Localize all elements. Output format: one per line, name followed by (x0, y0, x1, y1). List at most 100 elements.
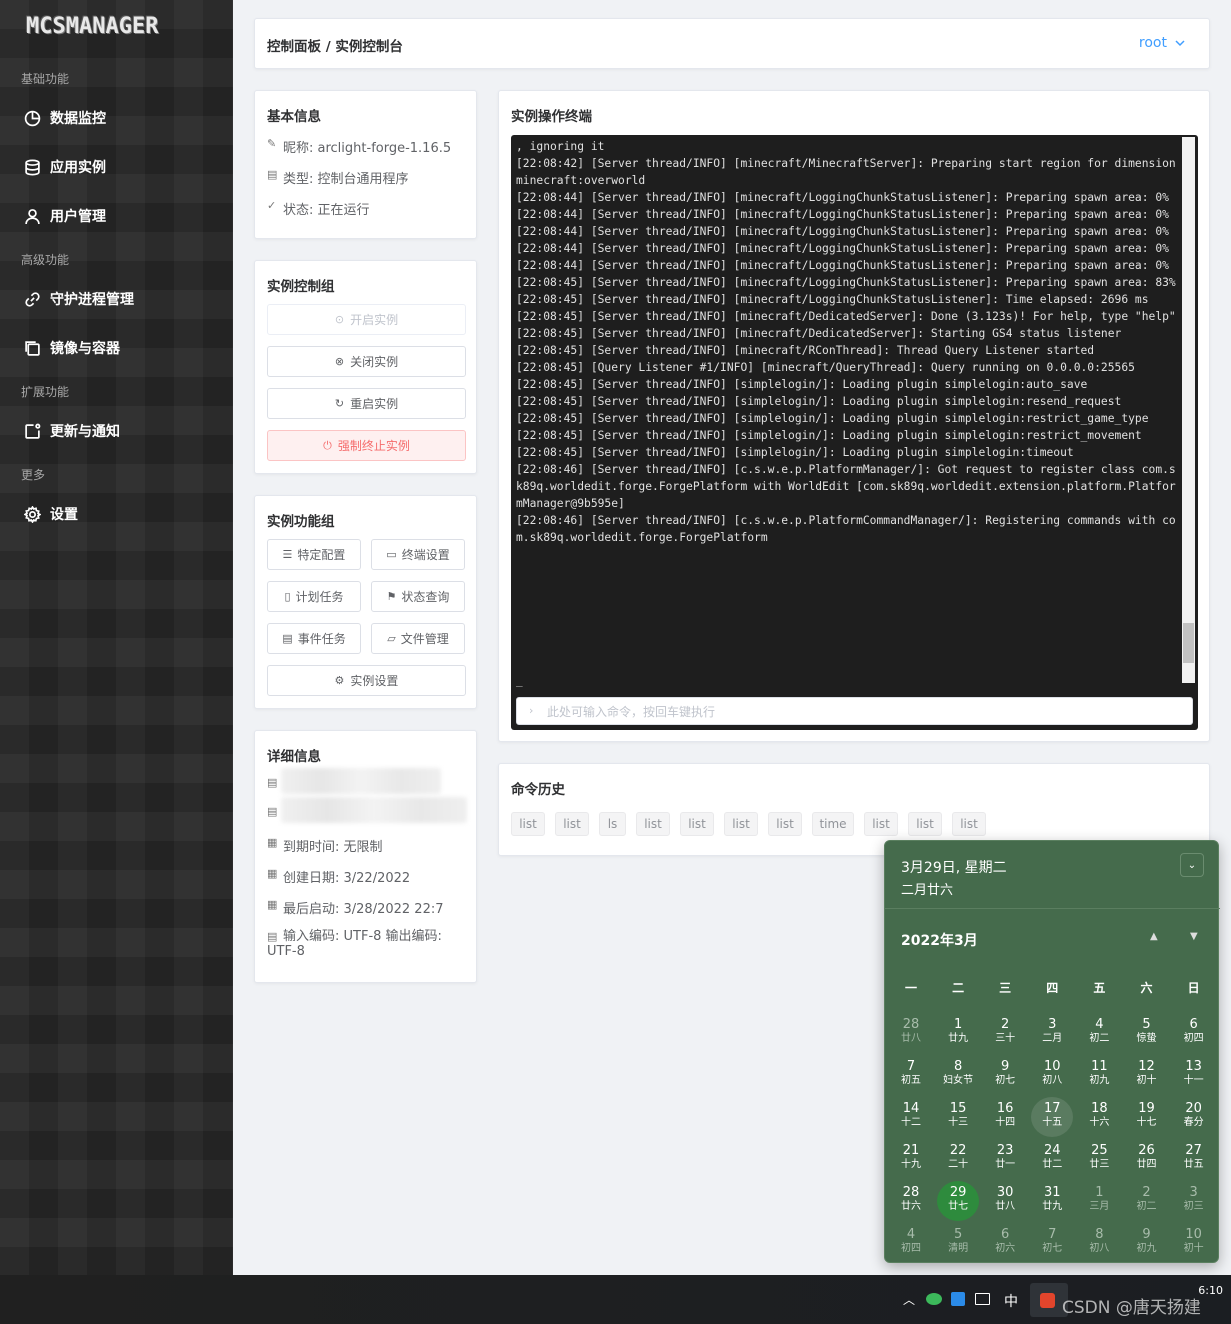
terminal-scrollbar[interactable] (1182, 137, 1195, 683)
calendar-day[interactable]: 22 二十 (937, 1139, 979, 1179)
calendar-day[interactable]: 11 初九 (1078, 1055, 1120, 1095)
calendar-day[interactable]: 28 廿八 (890, 1013, 932, 1053)
prev-month-button[interactable]: ▲ (1150, 931, 1158, 942)
ime-indicator[interactable]: 中 (1004, 1291, 1018, 1311)
calendar-day[interactable]: 30 廿八 (984, 1181, 1026, 1221)
folder-icon: ▱ (387, 632, 396, 645)
calendar-day[interactable]: 9 初九 (1126, 1223, 1168, 1263)
terminal-output[interactable]: , ignoring it [22:08:42] [Server thread/I… (511, 135, 1198, 730)
file-icon: ▤ (267, 805, 278, 818)
sidebar-item-monitor[interactable]: 数据监控 (24, 103, 106, 133)
calendar-day[interactable]: 16 十四 (984, 1097, 1026, 1137)
user-menu[interactable]: root (1139, 35, 1185, 51)
play-icon: ⊙ (334, 313, 345, 326)
history-tag[interactable]: list (908, 812, 942, 836)
special-config-button[interactable]: ☰ 特定配置 (267, 539, 361, 570)
history-tag[interactable]: list (724, 812, 758, 836)
history-tag[interactable]: list (555, 812, 589, 836)
calendar-day[interactable]: 24 廿二 (1031, 1139, 1073, 1179)
calendar-day[interactable]: 29 廿七 (937, 1181, 980, 1221)
calendar-day[interactable]: 4 初四 (890, 1223, 932, 1263)
weekday-label: 三 (999, 981, 1012, 995)
calendar-month[interactable]: 2022年3月 (901, 930, 978, 950)
lunar-label: 初八 (1042, 1075, 1063, 1086)
status-query-button[interactable]: ⚑ 状态查询 (371, 581, 465, 612)
day-number: 24 (1044, 1143, 1061, 1158)
history-tag[interactable]: list (636, 812, 670, 836)
sidebar-item-instances[interactable]: 应用实例 (24, 152, 106, 182)
calendar-day[interactable]: 17 十五 (1031, 1097, 1074, 1137)
restart-instance-button[interactable]: ↻ 重启实例 (267, 388, 466, 419)
calendar-day[interactable]: 5 清明 (937, 1223, 979, 1263)
sidebar-item-label: 用户管理 (50, 209, 106, 225)
sidebar-group-extension: 扩展功能 (21, 385, 70, 399)
sidebar-group-advanced: 高级功能 (21, 253, 70, 267)
start-instance-button[interactable]: ⊙ 开启实例 (267, 304, 466, 335)
next-month-button[interactable]: ▼ (1190, 931, 1198, 942)
history-tag[interactable]: list (511, 812, 545, 836)
calendar-day[interactable]: 1 三月 (1078, 1181, 1120, 1221)
calendar-day[interactable]: 28 廿六 (890, 1181, 932, 1221)
clock[interactable]: 6:10 (1198, 1283, 1223, 1298)
history-tag[interactable]: list (952, 812, 986, 836)
sidebar-item-images[interactable]: 镜像与容器 (24, 333, 120, 363)
sidebar-item-settings[interactable]: 设置 (24, 499, 78, 529)
scrollbar-thumb[interactable] (1183, 623, 1194, 663)
calendar-day[interactable]: 8 妇女节 (937, 1055, 979, 1095)
calendar-day[interactable]: 18 十六 (1078, 1097, 1120, 1137)
tray-chevron-icon[interactable]: ︿ (903, 1291, 915, 1308)
calendar-day[interactable]: 6 初六 (984, 1223, 1026, 1263)
calendar-day[interactable]: 13 十一 (1173, 1055, 1215, 1095)
calendar-day[interactable]: 8 初八 (1078, 1223, 1120, 1263)
terminal-settings-button[interactable]: ▭ 终端设置 (371, 539, 465, 570)
lunar-label: 春分 (1183, 1117, 1204, 1128)
calendar-day[interactable]: 4 初二 (1078, 1013, 1120, 1053)
calendar-day[interactable]: 6 初四 (1173, 1013, 1215, 1053)
calendar-day[interactable]: 3 初三 (1173, 1181, 1215, 1221)
calendar-day[interactable]: 25 廿三 (1078, 1139, 1120, 1179)
calendar-day[interactable]: 2 三十 (984, 1013, 1026, 1053)
calendar-day[interactable]: 14 十二 (890, 1097, 932, 1137)
calendar-day[interactable]: 20 春分 (1173, 1097, 1215, 1137)
calendar-day[interactable]: 9 初七 (984, 1055, 1026, 1095)
stop-icon: ⊗ (334, 355, 345, 368)
calendar-day[interactable]: 19 十七 (1126, 1097, 1168, 1137)
calendar-day[interactable]: 7 初七 (1031, 1223, 1073, 1263)
kill-instance-button[interactable]: ⏻ 强制终止实例 (267, 430, 466, 461)
network-icon[interactable] (975, 1293, 990, 1305)
sidebar-item-users[interactable]: 用户管理 (24, 201, 106, 231)
wechat-icon[interactable] (926, 1293, 942, 1305)
calendar-day[interactable]: 10 初八 (1031, 1055, 1073, 1095)
history-tag[interactable]: list (768, 812, 802, 836)
lunar-label: 十五 (1042, 1117, 1063, 1128)
calendar-flyout: 3月29日, 星期二 二月廿六 ⌄ 2022年3月 ▲ ▼ 一二三四五六日 28 廿… (884, 840, 1220, 1263)
calendar-day[interactable]: 1 廿九 (937, 1013, 979, 1053)
event-tasks-button[interactable]: ▤ 事件任务 (267, 623, 361, 654)
sidebar-item-daemon[interactable]: 守护进程管理 (24, 284, 134, 314)
schedule-button[interactable]: ▯ 计划任务 (267, 581, 361, 612)
history-tag[interactable]: list (864, 812, 898, 836)
app-tray-icon[interactable] (951, 1292, 965, 1306)
history-tag[interactable]: list (680, 812, 714, 836)
command-input[interactable]: › 此处可输入命令，按回车键执行 (516, 697, 1193, 725)
instance-settings-button[interactable]: ⚙ 实例设置 (267, 665, 466, 696)
calendar-day[interactable]: 26 廿四 (1126, 1139, 1168, 1179)
calendar-day[interactable]: 12 初十 (1126, 1055, 1168, 1095)
history-tag[interactable]: time (812, 812, 854, 836)
calendar-day[interactable]: 2 初二 (1126, 1181, 1168, 1221)
sidebar-item-notify[interactable]: 更新与通知 (24, 416, 120, 446)
stop-instance-button[interactable]: ⊗ 关闭实例 (267, 346, 466, 377)
calendar-day[interactable]: 7 初五 (890, 1055, 932, 1095)
file-manager-button[interactable]: ▱ 文件管理 (371, 623, 465, 654)
calendar-day[interactable]: 31 廿九 (1031, 1181, 1073, 1221)
history-tag[interactable]: ls (599, 812, 626, 836)
calendar-day[interactable]: 15 十三 (937, 1097, 979, 1137)
calendar-day[interactable]: 5 惊蛰 (1126, 1013, 1168, 1053)
sliders-icon: ☰ (282, 548, 293, 561)
calendar-day[interactable]: 3 二月 (1031, 1013, 1073, 1053)
calendar-day[interactable]: 23 廿一 (984, 1139, 1026, 1179)
collapse-button[interactable]: ⌄ (1180, 853, 1204, 877)
calendar-day[interactable]: 10 初十 (1173, 1223, 1215, 1263)
calendar-day[interactable]: 27 廿五 (1173, 1139, 1215, 1179)
calendar-day[interactable]: 21 十九 (890, 1139, 932, 1179)
